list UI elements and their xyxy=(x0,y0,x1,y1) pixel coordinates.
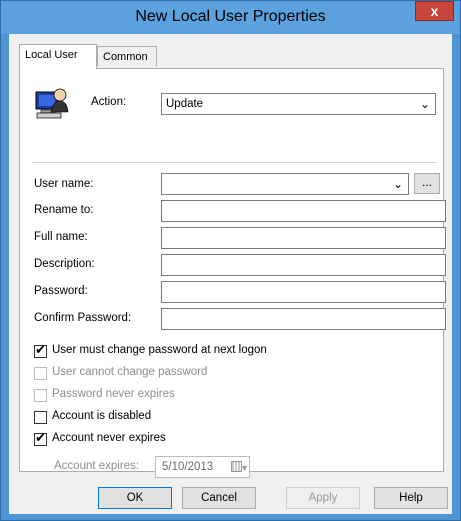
checkbox-password-never-expires[interactable] xyxy=(34,389,47,402)
confirm-password-input[interactable] xyxy=(161,308,446,330)
ok-button[interactable]: OK xyxy=(98,487,172,509)
close-button[interactable]: x xyxy=(415,1,454,21)
checkbox-account-never-expires-label: Account never expires xyxy=(52,432,166,444)
checkmark-icon: ✔ xyxy=(35,342,46,357)
checkbox-account-disabled[interactable] xyxy=(34,411,47,424)
password-input[interactable] xyxy=(161,281,446,303)
chevron-down-icon: ⌄ xyxy=(392,177,403,191)
account-expires-date-picker[interactable]: 5/10/2013 ▼ xyxy=(155,456,250,478)
window-title: New Local User Properties xyxy=(135,8,326,25)
dialog-window: New Local User Properties x Local User C… xyxy=(0,0,461,521)
action-select[interactable]: Update ⌄ xyxy=(161,93,436,115)
action-label: Action: xyxy=(91,96,127,108)
apply-button[interactable]: Apply xyxy=(286,487,360,509)
checkbox-must-change-password-label: User must change password at next logon xyxy=(52,344,267,356)
account-expires-label: Account expires: xyxy=(54,460,140,472)
browse-button[interactable]: ... xyxy=(414,173,440,194)
checkbox-password-never-expires-label: Password never expires xyxy=(52,388,175,400)
dialog-client-area: Local User Common Action: Update ⌄ User … xyxy=(9,34,452,514)
full-name-input[interactable] xyxy=(161,227,446,249)
action-value: Update xyxy=(166,98,204,110)
separator xyxy=(32,162,436,163)
user-name-label: User name: xyxy=(34,178,94,190)
confirm-password-label: Confirm Password: xyxy=(34,312,132,324)
tab-local-user[interactable]: Local User xyxy=(19,44,97,69)
caret-down-icon: ▼ xyxy=(240,463,249,473)
description-input[interactable] xyxy=(161,254,446,276)
rename-to-label: Rename to: xyxy=(34,204,94,216)
description-label: Description: xyxy=(34,258,95,270)
checkbox-cannot-change-password-label: User cannot change password xyxy=(52,366,208,378)
user-name-combobox[interactable]: ⌄ xyxy=(161,173,409,195)
user-computer-icon xyxy=(35,88,69,119)
checkmark-icon: ✔ xyxy=(35,430,46,445)
checkbox-account-disabled-label: Account is disabled xyxy=(52,410,152,422)
title-bar[interactable]: New Local User Properties x xyxy=(1,1,460,34)
help-button[interactable]: Help xyxy=(374,487,448,509)
checkbox-cannot-change-password[interactable] xyxy=(34,367,47,380)
password-label: Password: xyxy=(34,285,88,297)
tab-panel-local-user: Action: Update ⌄ User name: ⌄ ... Rename… xyxy=(19,68,446,478)
full-name-label: Full name: xyxy=(34,231,88,243)
cancel-button[interactable]: Cancel xyxy=(182,487,256,509)
checkbox-account-never-expires[interactable]: ✔ xyxy=(34,430,47,446)
checkbox-must-change-password[interactable]: ✔ xyxy=(34,342,47,358)
close-icon: x xyxy=(430,3,439,19)
tab-common[interactable]: Common xyxy=(97,46,157,66)
account-expires-value: 5/10/2013 xyxy=(162,461,214,473)
rename-to-input[interactable] xyxy=(161,200,446,222)
chevron-down-icon: ⌄ xyxy=(419,97,430,111)
